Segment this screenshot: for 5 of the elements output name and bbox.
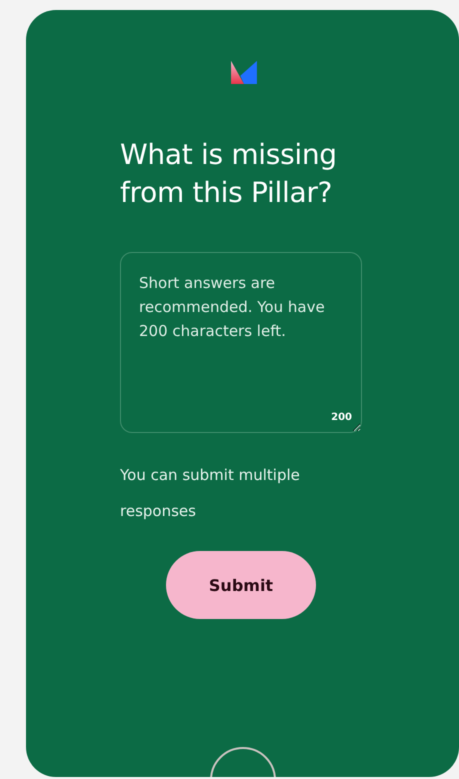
character-counter: 200 [331, 412, 352, 423]
helper-text: You can submit multiple responses [120, 465, 301, 522]
question-title: What is missing from this Pillar? [120, 137, 338, 211]
logo-icon [230, 60, 258, 84]
submit-button[interactable]: Submit [166, 551, 316, 619]
